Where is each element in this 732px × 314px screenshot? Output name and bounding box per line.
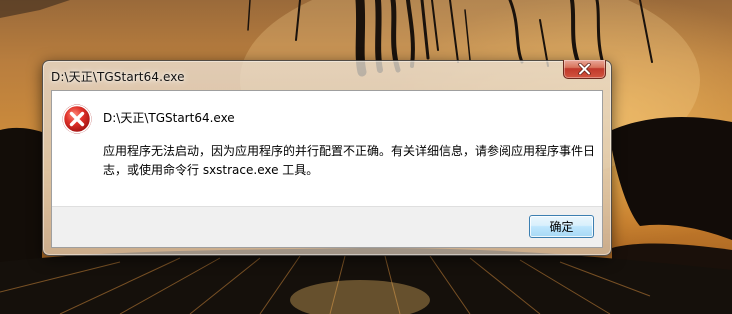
title-bar[interactable]: D:\天正\TGStart64.exe [43, 60, 611, 89]
dialog-content: D:\天正\TGStart64.exe 应用程序无法启动，因为应用程序的并行配置… [52, 91, 602, 206]
close-icon [578, 63, 591, 75]
error-icon [62, 104, 92, 134]
window-title: D:\天正\TGStart64.exe [51, 70, 185, 84]
ok-button[interactable]: 确定 [529, 215, 594, 238]
dialog-header-path: D:\天正\TGStart64.exe [103, 111, 235, 125]
dialog-client-area: D:\天正\TGStart64.exe 应用程序无法启动，因为应用程序的并行配置… [51, 90, 603, 248]
dialog-footer: 确定 [52, 206, 602, 247]
error-message: 应用程序无法启动，因为应用程序的并行配置不正确。有关详细信息，请参阅应用程序事件… [103, 144, 596, 177]
error-dialog-window[interactable]: D:\天正\TGStart64.exe D:\天正\TGStart64.exe … [42, 60, 612, 256]
close-button[interactable] [563, 60, 606, 79]
